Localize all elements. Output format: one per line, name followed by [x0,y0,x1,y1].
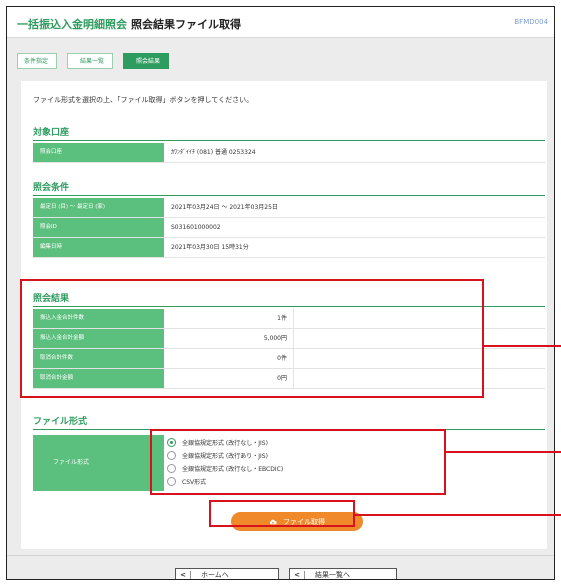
breadcrumb-step-condition: 条件指定 [17,53,58,69]
condition-section-title: 照会条件 [33,183,70,193]
breadcrumb-step-list: 結果一覧 [67,53,114,69]
file-format-label: ファイル形式 [33,435,164,491]
screen-id: BFMD004 [514,18,548,26]
result-list-button[interactable]: < 結果一覧へ [289,568,397,579]
section-divider [33,195,545,196]
edit-datetime-value: 2021年03月30日 15時31分 [171,244,249,251]
home-button-label: ホームへ [201,570,229,579]
breadcrumb: 条件指定 結果一覧 照会結果 [17,53,179,69]
date-range-value: 2021年03月24日 ～ 2021年03月25日 [171,204,278,211]
inquiry-id-label: 照会ID [33,218,164,237]
home-button[interactable]: < ホームへ [175,568,279,579]
page-title: 照会結果ファイル取得 [131,18,241,31]
download-highlight-box [209,500,355,527]
condition-row-id: 照会ID S031601000002 [33,218,545,238]
condition-row-datetime: 編集日時 2021年03月30日 15時31分 [33,238,545,258]
header-bar: 一括振込入金明細照会 照会結果ファイル取得 BFMD004 [7,7,554,38]
account-row: 照会口座 ｶﾜﾝﾀﾞｲｲﾁ (081) 普通 0253324 [33,143,545,163]
edit-datetime-label: 編集日時 [33,238,164,257]
file-format-highlight-box [150,429,446,495]
callout-line [484,345,561,347]
section-divider [33,140,545,141]
instruction-text: ファイル形式を選択の上、「ファイル取得」ボタンを押してください。 [33,96,254,104]
account-value: ｶﾜﾝﾀﾞｲｲﾁ (081) 普通 0253324 [171,149,256,156]
app-title: 一括振込入金明細照会 [17,18,127,31]
callout-line [446,451,561,453]
file-section-title: ファイル形式 [33,417,88,427]
result-list-button-label: 結果一覧へ [315,570,350,579]
condition-row-date: 最定日 (目) ～ 最定日 (家) 2021年03月24日 ～ 2021年03月… [33,198,545,218]
breadcrumb-step-result: 照会結果 [123,53,170,69]
inquiry-id-value: S031601000002 [171,224,221,231]
date-range-label: 最定日 (目) ～ 最定日 (家) [33,198,164,217]
account-label: 照会口座 [33,143,164,162]
chevron-left-icon: < [290,570,305,579]
footer-divider [7,555,554,556]
callout-line [355,514,561,516]
result-highlight-box [20,279,484,398]
account-section-title: 対象口座 [33,128,70,138]
chevron-left-icon: < [176,570,191,579]
